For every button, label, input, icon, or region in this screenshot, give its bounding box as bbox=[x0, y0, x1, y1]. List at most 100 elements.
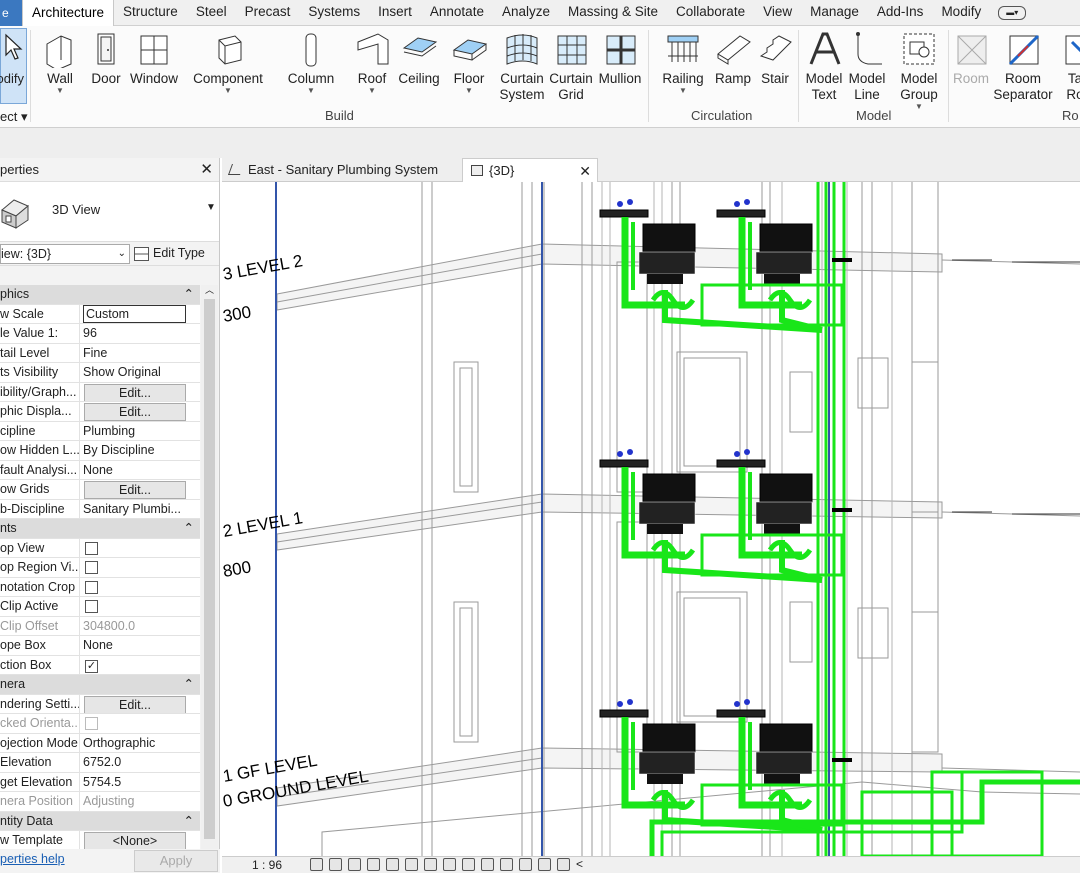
property-value[interactable]: By Discipline bbox=[83, 443, 155, 457]
property-value[interactable]: None bbox=[83, 638, 113, 652]
property-checkbox[interactable]: ✓ bbox=[85, 659, 98, 673]
collapse-icon[interactable]: ⌃ bbox=[180, 519, 200, 538]
toilet-fixture[interactable] bbox=[647, 524, 683, 534]
toilet-fixture[interactable] bbox=[642, 223, 696, 253]
edit-type-button[interactable]: Edit Type bbox=[134, 244, 205, 264]
column-button[interactable]: Column ▼ bbox=[283, 28, 339, 95]
level-name[interactable]: 3 LEVEL 2 bbox=[222, 251, 304, 284]
toilet-fixture[interactable] bbox=[755, 251, 813, 275]
modify-button[interactable]: odify bbox=[0, 28, 27, 104]
model-line-button[interactable]: Model Line bbox=[847, 28, 887, 103]
collapse-icon[interactable]: ⌃ bbox=[180, 675, 200, 694]
menu-tab-view[interactable]: View bbox=[754, 0, 801, 25]
property-checkbox[interactable] bbox=[85, 600, 98, 613]
close-icon[interactable]: ✕ bbox=[200, 158, 213, 182]
menu-tab-steel[interactable]: Steel bbox=[187, 0, 236, 25]
tag-room-button[interactable]: Ta Ro bbox=[1060, 28, 1080, 103]
room-separator-button[interactable]: Room Separator bbox=[993, 28, 1053, 103]
3d-viewport[interactable]: 3 LEVEL 2 300 2 LEVEL 1 800 1 GF LEVEL 0 GROU… bbox=[222, 182, 1080, 856]
property-edit-button[interactable]: Edit... bbox=[84, 403, 186, 421]
scrollbar-thumb[interactable] bbox=[204, 299, 215, 839]
toilet-fixture[interactable] bbox=[642, 723, 696, 753]
properties-scrollbar[interactable]: ︿ bbox=[201, 285, 218, 860]
type-selector[interactable]: 3D View ▼ bbox=[0, 182, 219, 242]
toilet-fixture[interactable] bbox=[642, 473, 696, 503]
menu-tab-modify[interactable]: Modify bbox=[932, 0, 990, 25]
toilet-fixture[interactable] bbox=[647, 774, 683, 784]
properties-section-header[interactable]: nera ⌃ bbox=[0, 675, 200, 695]
temp-hide-icon[interactable] bbox=[462, 858, 475, 871]
highlight-icon[interactable] bbox=[538, 858, 551, 871]
property-value[interactable]: Show Original bbox=[83, 365, 161, 379]
sink-fixture[interactable] bbox=[716, 459, 766, 468]
menu-tab-analyze[interactable]: Analyze bbox=[493, 0, 559, 25]
property-checkbox[interactable] bbox=[85, 717, 98, 730]
property-edit-button[interactable]: Edit... bbox=[84, 383, 186, 401]
property-value[interactable]: Plumbing bbox=[83, 424, 135, 438]
properties-section-header[interactable]: nts ⌃ bbox=[0, 519, 200, 539]
shadows-icon[interactable] bbox=[367, 858, 380, 871]
floor-button[interactable]: Floor ▼ bbox=[450, 28, 488, 95]
crop-view-icon[interactable] bbox=[405, 858, 418, 871]
toilet-fixture[interactable] bbox=[638, 501, 696, 525]
sink-fixture[interactable] bbox=[716, 709, 766, 718]
toilet-fixture[interactable] bbox=[638, 251, 696, 275]
toilet-fixture[interactable] bbox=[759, 223, 813, 253]
property-value[interactable]: 96 bbox=[83, 326, 97, 340]
render-icon[interactable] bbox=[386, 858, 399, 871]
toilet-fixture[interactable] bbox=[755, 751, 813, 775]
toilet-fixture[interactable] bbox=[755, 501, 813, 525]
component-button[interactable]: Component ▼ bbox=[188, 28, 268, 95]
mullion-button[interactable]: Mullion bbox=[595, 28, 645, 87]
menu-tab-manage[interactable]: Manage bbox=[801, 0, 868, 25]
hide-icon[interactable] bbox=[557, 858, 570, 871]
collapse-icon[interactable]: ⌃ bbox=[180, 812, 200, 831]
toilet-fixture[interactable] bbox=[759, 723, 813, 753]
sink-fixture[interactable] bbox=[716, 209, 766, 218]
window-button[interactable]: Window bbox=[128, 28, 180, 87]
analysis-icon[interactable] bbox=[519, 858, 532, 871]
ceiling-button[interactable]: Ceiling bbox=[396, 28, 442, 87]
unlock-3d-icon[interactable] bbox=[443, 858, 456, 871]
toilet-fixture[interactable] bbox=[764, 774, 800, 784]
chevron-left-icon[interactable]: < bbox=[576, 858, 589, 871]
toilet-fixture[interactable] bbox=[759, 473, 813, 503]
cube-icon[interactable] bbox=[329, 858, 342, 871]
menu-tab-precast[interactable]: Precast bbox=[236, 0, 300, 25]
roof-button[interactable]: Roof ▼ bbox=[354, 28, 390, 95]
property-value[interactable]: Adjusting bbox=[83, 794, 134, 808]
menu-tab-massing-site[interactable]: Massing & Site bbox=[559, 0, 667, 25]
tab-3d[interactable]: {3D} ✕ bbox=[462, 158, 598, 182]
menu-tab-structure[interactable]: Structure bbox=[114, 0, 187, 25]
file-menu-button[interactable]: e bbox=[0, 0, 22, 26]
property-value[interactable]: 5754.5 bbox=[83, 775, 121, 789]
menu-tab-annotate[interactable]: Annotate bbox=[421, 0, 493, 25]
menu-tab-architecture[interactable]: Architecture bbox=[22, 0, 115, 26]
view-scale[interactable]: 1 : 96 bbox=[252, 857, 282, 873]
close-icon[interactable]: ✕ bbox=[579, 159, 591, 183]
property-checkbox[interactable] bbox=[85, 580, 98, 594]
model-canvas[interactable]: 3 LEVEL 23002 LEVEL 18001 GF LEVEL0 GROU… bbox=[222, 182, 1080, 856]
chevron-up-icon[interactable]: ︿ bbox=[201, 285, 218, 297]
sun-path-icon[interactable] bbox=[348, 858, 361, 871]
property-value[interactable]: None bbox=[83, 463, 113, 477]
level-elevation[interactable]: 300 bbox=[222, 302, 253, 326]
apply-button[interactable]: Apply bbox=[134, 850, 218, 872]
crop-region-icon[interactable] bbox=[424, 858, 437, 871]
properties-help-link[interactable]: perties help bbox=[0, 852, 65, 866]
property-edit-button[interactable]: Edit... bbox=[84, 695, 186, 713]
tab-east-sanitary[interactable]: East - Sanitary Plumbing System bbox=[222, 158, 462, 182]
room-button[interactable]: Room bbox=[952, 28, 990, 87]
properties-section-header[interactable]: ntity Data ⌃ bbox=[0, 811, 200, 831]
inspection-chamber-pipe[interactable] bbox=[930, 770, 1044, 856]
toilet-fixture[interactable] bbox=[638, 751, 696, 775]
property-value[interactable]: Sanitary Plumbi... bbox=[83, 502, 181, 516]
property-value[interactable]: 304800.0 bbox=[83, 619, 135, 633]
model-group-button[interactable]: Model Group ▼ bbox=[897, 28, 941, 111]
video-icon[interactable]: ▬▾ bbox=[998, 5, 1027, 20]
sink-fixture[interactable] bbox=[599, 459, 649, 468]
toilet-fixture[interactable] bbox=[764, 524, 800, 534]
property-value[interactable]: 6752.0 bbox=[83, 755, 121, 769]
properties-section-header[interactable]: phics ⌃ bbox=[0, 285, 200, 305]
property-checkbox[interactable] bbox=[85, 561, 98, 574]
